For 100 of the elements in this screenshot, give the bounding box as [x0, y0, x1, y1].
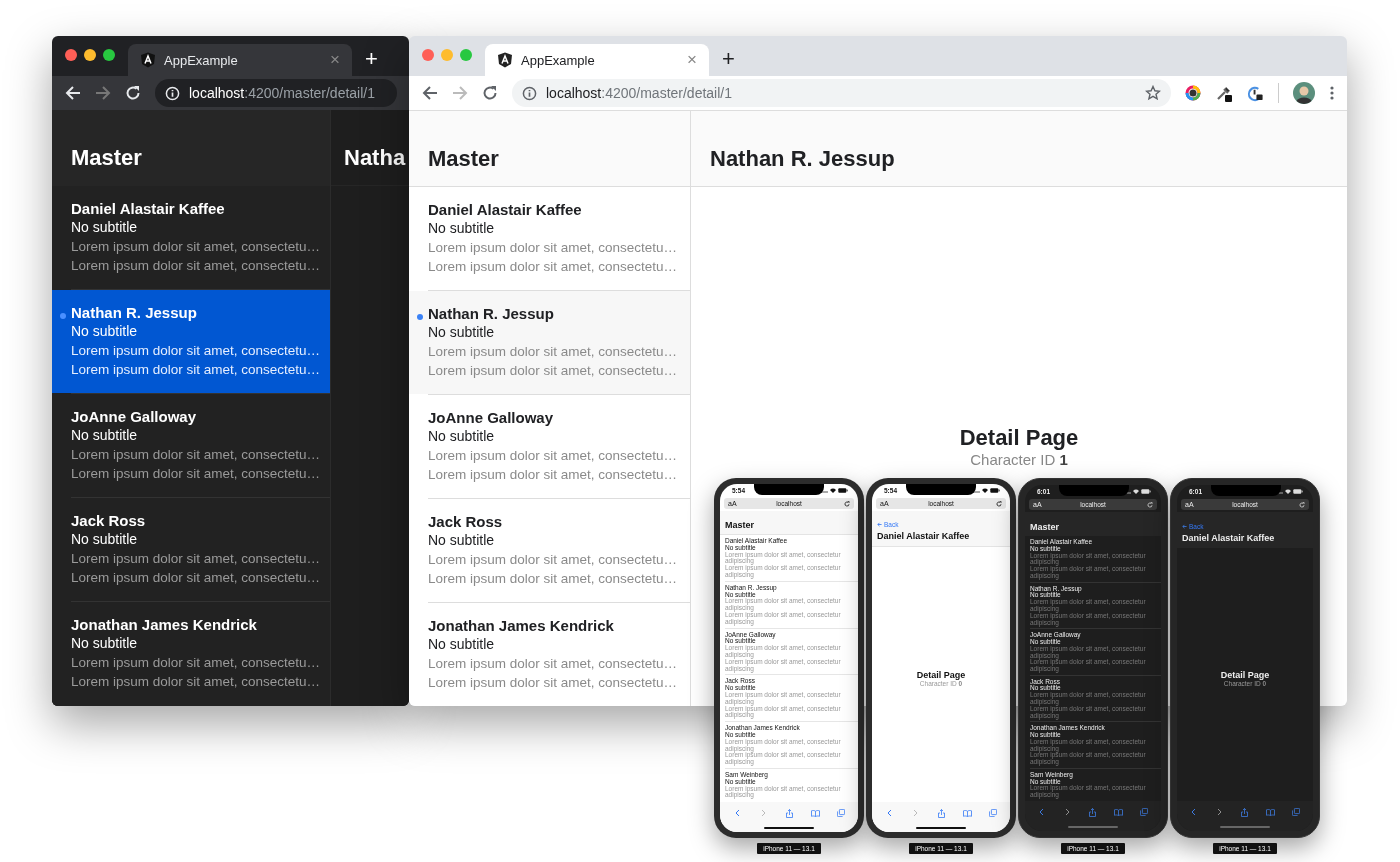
item-name: Daniel Alastair Kaffee — [71, 199, 226, 218]
list-item[interactable]: Jack Ross No subtitle Lorem ipsum dolor sit amet, consectetu… Lorem ipsum dolor sit amet, consectetu… — [409, 499, 690, 602]
tab-close-button[interactable]: × — [330, 50, 340, 70]
forward-arrow-icon[interactable] — [95, 85, 111, 101]
detail-title: Natha — [344, 144, 406, 171]
item-name: Jack Ross — [428, 512, 504, 531]
item-description: Lorem ipsum dolor sit amet, consectetu… — [428, 343, 679, 361]
item-subtitle: No subtitle — [71, 634, 139, 653]
list-item[interactable]: Jonathan James Kendrick No subtitle Lorem ipsum dolor sit amet, consectetu… Lorem ipsum dolor sit amet, consectetu… — [409, 603, 690, 706]
item-subtitle: No subtitle — [428, 323, 496, 342]
signal-icon[interactable] — [972, 488, 980, 493]
item-description: Lorem ipsum dolor sit amet, consectetu… — [428, 362, 679, 380]
battery-icon[interactable] — [838, 488, 848, 493]
battery-icon[interactable] — [1141, 489, 1151, 494]
list-item[interactable]: JoAnne Galloway No subtitle Lorem ipsum dolor sit amet, consectetu… Lorem ipsum dolor sit amet, consectetu… — [409, 395, 690, 498]
reload-icon[interactable] — [482, 85, 498, 101]
wifi-icon[interactable] — [982, 488, 988, 493]
item-description: Lorem ipsum dolor sit amet, consectetu… — [71, 654, 322, 672]
reload-icon[interactable] — [996, 500, 1002, 507]
signal-icon[interactable] — [820, 488, 828, 493]
tab-close-button[interactable]: × — [687, 50, 697, 70]
item-subtitle: No subtitle — [428, 635, 496, 654]
address-bar[interactable]: localhost:4200/master/detail/1 — [512, 79, 1171, 107]
detail-heading: Detail Page — [959, 425, 1079, 451]
tabs-icon[interactable] — [989, 809, 997, 817]
zoom-window-button[interactable] — [103, 49, 115, 61]
new-tab-button[interactable]: + — [365, 46, 378, 72]
item-subtitle: No subtitle — [71, 530, 139, 549]
book-icon[interactable] — [962, 809, 972, 817]
shield-icon[interactable] — [497, 52, 513, 68]
share-icon[interactable] — [785, 808, 793, 818]
url-text: localhost:4200/master/detail/1 — [189, 85, 376, 101]
tabs-icon[interactable] — [837, 809, 845, 817]
tabs-icon[interactable] — [1292, 808, 1301, 816]
master-title: Master — [71, 144, 142, 171]
book-icon[interactable] — [1114, 808, 1124, 816]
item-description: Lorem ipsum dolor sit amet, consectetu… — [428, 466, 679, 484]
shield-icon[interactable] — [140, 52, 156, 68]
menu-icon[interactable] — [1329, 85, 1335, 101]
item-name: Jonathan James Kendrick — [71, 615, 258, 634]
list-item[interactable]: Daniel Alastair Kaffee No subtitle Lorem ipsum dolor sit amet, consectetu… Lorem ipsum dolor sit amet, consectetu… — [409, 187, 690, 290]
wifi-icon[interactable] — [830, 488, 836, 493]
wifi-icon[interactable] — [1285, 489, 1291, 494]
share-icon[interactable] — [1241, 807, 1249, 817]
back-chevron-icon[interactable] — [1039, 808, 1045, 816]
share-icon[interactable] — [1089, 807, 1097, 817]
back-chevron-icon[interactable] — [1191, 808, 1197, 816]
battery-icon[interactable] — [990, 488, 1000, 493]
detail-heading: Detail Page — [1220, 670, 1270, 680]
new-tab-button[interactable]: + — [722, 46, 735, 72]
item-description: Lorem ipsum dolor sit amet, consectetu… — [71, 361, 322, 379]
list-item[interactable]: Jonathan James Kendrick No subtitle Lorem ipsum dolor sit amet, consectetu… Lorem ipsum dolor sit amet, consectetu… — [52, 602, 330, 705]
list-item[interactable]: Jack Ross No subtitle Lorem ipsum dolor sit amet, consectetu… Lorem ipsum dolor sit amet, consectetu… — [52, 498, 330, 601]
share-icon[interactable] — [937, 808, 945, 818]
selection-dot — [417, 314, 423, 320]
item-name: Jack Ross — [71, 511, 147, 530]
page-title: Master — [1030, 522, 1059, 532]
star-icon[interactable] — [1145, 85, 1161, 101]
item-description: Lorem ipsum dolor sit amet, consectetu… — [428, 239, 679, 257]
phone-notch — [1059, 485, 1129, 496]
item-description: Lorem ipsum dolor sit amet, consectetu… — [71, 569, 322, 587]
item-name: Jonathan James Kendrick — [428, 616, 615, 635]
battery-icon[interactable] — [1293, 489, 1303, 494]
item-subtitle: No subtitle — [428, 427, 496, 446]
list-item[interactable]: Daniel Alastair Kaffee No subtitle Lorem ipsum dolor sit amet, consectetu… Lorem ipsum dolor sit amet, consectetu… — [52, 186, 330, 289]
back-arrow-icon[interactable] — [422, 85, 438, 101]
user-avatar-icon[interactable] — [1293, 82, 1315, 104]
item-name: JoAnne Galloway — [71, 407, 198, 426]
eyedropper-icon[interactable] — [1215, 84, 1233, 102]
tabs-icon[interactable] — [1140, 808, 1149, 816]
home-indicator — [1068, 826, 1118, 828]
page-title: Master — [725, 520, 754, 530]
item-description: Lorem ipsum dolor sit amet, consectetu… — [71, 257, 322, 275]
item-description: Lorem ipsum dolor sit amet, consectetu… — [71, 446, 322, 464]
master-title: Master — [428, 145, 499, 172]
list-item[interactable]: Nathan R. Jessup No subtitle Lorem ipsum dolor sit amet, consectetu… Lorem ipsum dolor sit amet, consectetu… — [409, 291, 690, 394]
browser-tab[interactable]: AppExample × — [128, 44, 352, 76]
url-text: localhost:4200/master/detail/1 — [546, 85, 733, 101]
forward-chevron-icon[interactable] — [1064, 808, 1070, 816]
item-subtitle: No subtitle — [71, 426, 139, 445]
book-icon[interactable] — [1266, 808, 1276, 816]
tab-title: AppExample — [521, 52, 596, 68]
minimize-window-button[interactable] — [84, 49, 96, 61]
browser-tab[interactable]: AppExample × — [485, 44, 709, 76]
book-icon[interactable] — [810, 809, 820, 817]
address-bar[interactable]: localhost:4200/master/detail/1 — [155, 79, 397, 107]
gauge-lock-icon[interactable] — [1247, 84, 1264, 102]
home-indicator — [764, 827, 814, 829]
forward-chevron-icon[interactable] — [1216, 808, 1222, 816]
back-chevron-icon[interactable] — [734, 809, 740, 817]
close-window-button[interactable] — [65, 49, 77, 61]
detail-heading: Detail Page — [916, 670, 966, 680]
color-ring-icon[interactable] — [1185, 85, 1201, 101]
list-item[interactable]: JoAnne Galloway No subtitle Lorem ipsum dolor sit amet, consectetu… Lorem ipsum dolor sit amet, consectetu… — [52, 394, 330, 497]
list-item[interactable]: Nathan R. Jessup No subtitle Lorem ipsum dolor sit amet, consectetu… Lorem ipsum dolor sit amet, consectetu… — [52, 290, 330, 393]
reload-icon[interactable] — [844, 500, 850, 507]
wifi-icon[interactable] — [1133, 489, 1139, 494]
home-indicator — [1220, 826, 1270, 828]
back-chevron-icon[interactable] — [886, 809, 892, 817]
item-description: Lorem ipsum dolor sit amet, consectetu… — [71, 673, 322, 691]
